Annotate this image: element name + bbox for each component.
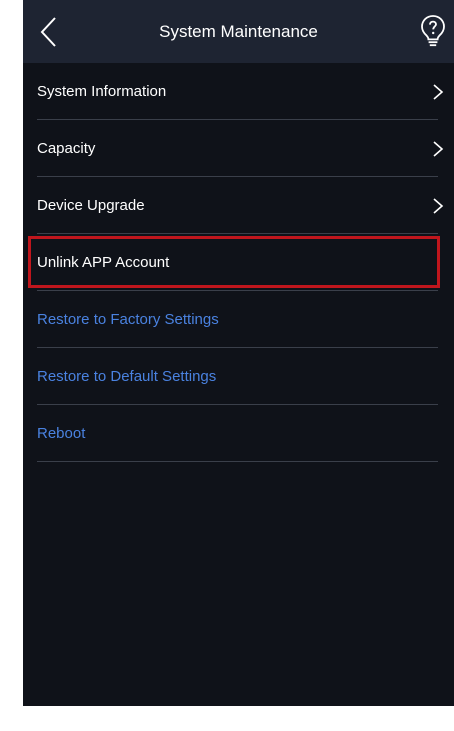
divider xyxy=(37,461,438,462)
screen: System Maintenance System Information Ca… xyxy=(23,0,454,706)
chevron-right-icon xyxy=(433,84,444,100)
help-button[interactable] xyxy=(420,14,446,48)
menu-item-unlink-app-account[interactable]: Unlink APP Account xyxy=(23,234,454,291)
menu-item-system-information[interactable]: System Information xyxy=(23,63,454,120)
chevron-left-icon xyxy=(40,17,56,47)
menu-item-capacity[interactable]: Capacity xyxy=(23,120,454,177)
menu-item-restore-default-settings[interactable]: Restore to Default Settings xyxy=(23,348,454,405)
lightbulb-question-icon xyxy=(421,15,445,47)
menu-item-label: Unlink APP Account xyxy=(37,254,170,271)
menu-item-device-upgrade[interactable]: Device Upgrade xyxy=(23,177,454,234)
menu-item-restore-factory-settings[interactable]: Restore to Factory Settings xyxy=(23,291,454,348)
back-button[interactable] xyxy=(35,14,67,50)
header-bar: System Maintenance xyxy=(23,0,454,63)
chevron-right-icon xyxy=(433,141,444,157)
menu-item-label: Reboot xyxy=(37,425,86,442)
menu-item-reboot[interactable]: Reboot xyxy=(23,405,454,462)
menu-item-label: Restore to Factory Settings xyxy=(37,311,219,328)
menu-item-label: Capacity xyxy=(37,140,96,157)
menu-item-label: Restore to Default Settings xyxy=(37,368,217,385)
maintenance-menu: System Information Capacity Device Upgra… xyxy=(23,63,454,462)
chevron-right-icon xyxy=(433,198,444,214)
menu-item-label: System Information xyxy=(37,83,167,100)
menu-item-label: Device Upgrade xyxy=(37,197,145,214)
page-title: System Maintenance xyxy=(159,22,318,41)
